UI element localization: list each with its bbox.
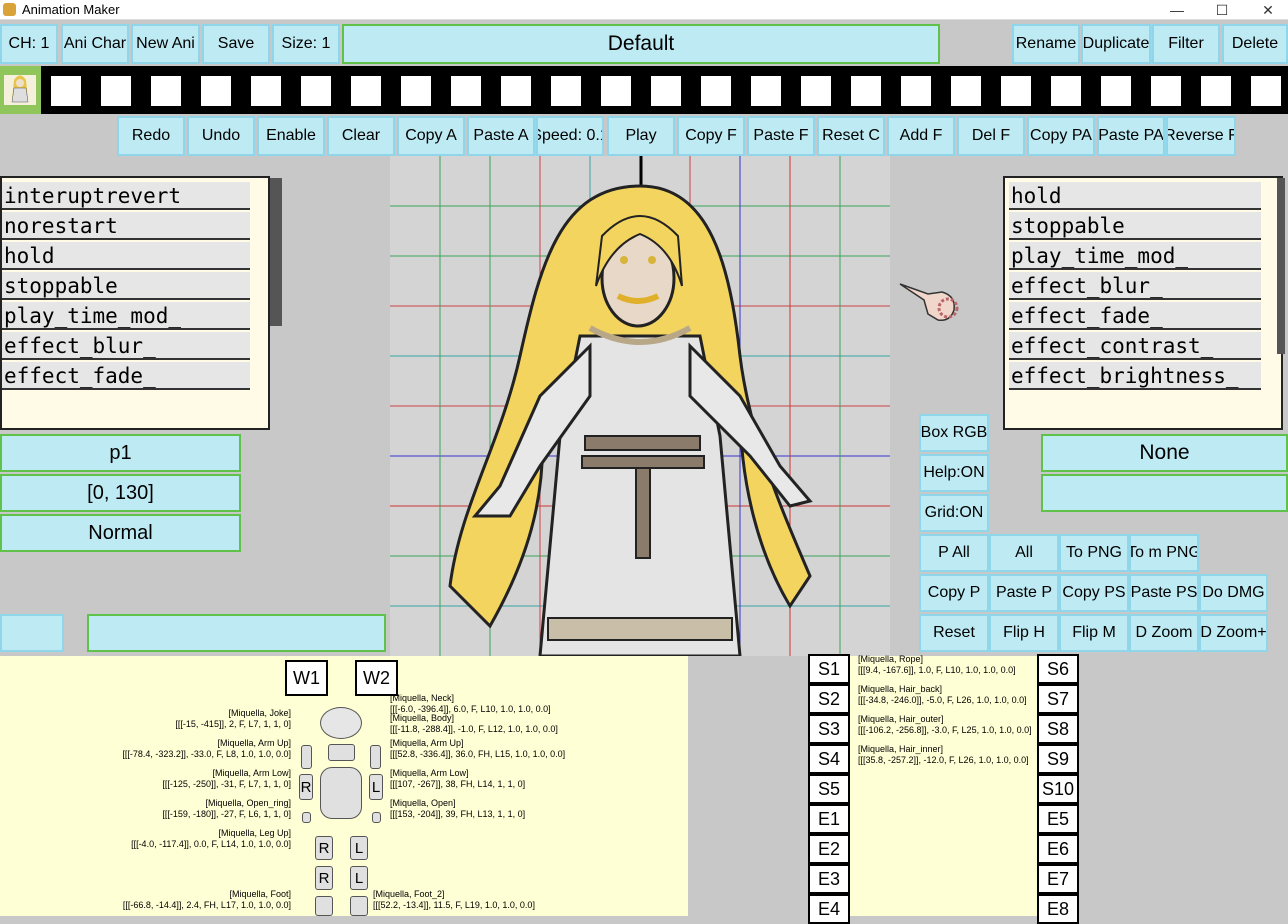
slot-e2-button[interactable]: E2 bbox=[808, 834, 850, 864]
slot-s5-button[interactable]: S5 bbox=[808, 774, 850, 804]
slot-e5-button[interactable]: E5 bbox=[1037, 804, 1079, 834]
slot-e7-button[interactable]: E7 bbox=[1037, 864, 1079, 894]
slot-s2-button[interactable]: S2 bbox=[808, 684, 850, 714]
slot-e4-button[interactable]: E4 bbox=[808, 894, 850, 924]
extra-part-data-label: [[[35.8, -257.2]], -12.0, F, L26, 1.0, 1… bbox=[858, 755, 1029, 765]
extra-part-data-label: [[[-106.2, -256.8]], -3.0, F, L25, 1.0, … bbox=[858, 725, 1032, 735]
extra-part-data-label: [[[-34.8, -246.0]], -5.0, F, L26, 1.0, 1… bbox=[858, 695, 1027, 705]
slot-s3-button[interactable]: S3 bbox=[808, 714, 850, 744]
slot-e1-button[interactable]: E1 bbox=[808, 804, 850, 834]
extra-part-name-label: [Miquella, Hair_back] bbox=[858, 684, 943, 694]
slot-e3-button[interactable]: E3 bbox=[808, 864, 850, 894]
slot-s7-button[interactable]: S7 bbox=[1037, 684, 1079, 714]
slot-s8-button[interactable]: S8 bbox=[1037, 714, 1079, 744]
slot-s6-button[interactable]: S6 bbox=[1037, 654, 1079, 684]
slot-s1-button[interactable]: S1 bbox=[808, 654, 850, 684]
extra-part-name-label: [Miquella, Hair_outer] bbox=[858, 714, 944, 724]
slot-e8-button[interactable]: E8 bbox=[1037, 894, 1079, 924]
extra-part-name-label: [Miquella, Hair_inner] bbox=[858, 744, 944, 754]
slot-e6-button[interactable]: E6 bbox=[1037, 834, 1079, 864]
slot-s9-button[interactable]: S9 bbox=[1037, 744, 1079, 774]
extra-part-data-label: [[[9.4, -167.6]], 1.0, F, L10, 1.0, 1.0,… bbox=[858, 665, 1016, 675]
slot-s10-button[interactable]: S10 bbox=[1037, 774, 1079, 804]
slot-s4-button[interactable]: S4 bbox=[808, 744, 850, 774]
slot-buttons: S1 S2 S3 S4 S5 E1 E2 E3 E4 S6 S7 S8 S9 S10 E5 E6 E7 E8 [Mi… bbox=[0, 0, 1288, 924]
extra-part-name-label: [Miquella, Rope] bbox=[858, 654, 924, 664]
